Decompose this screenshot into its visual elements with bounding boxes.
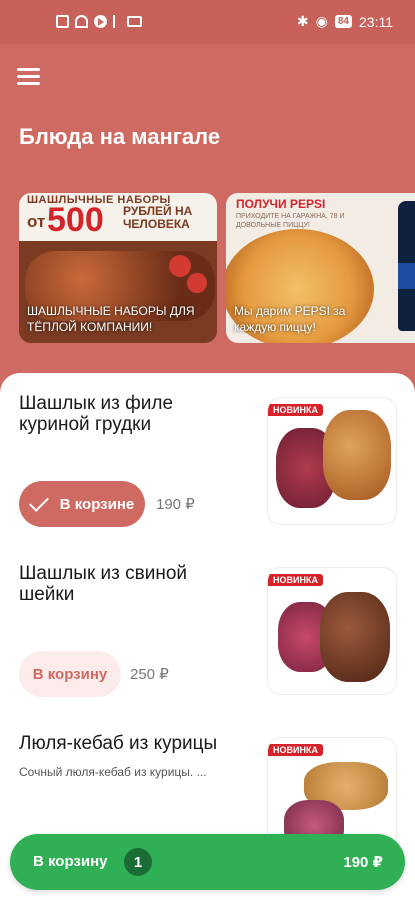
new-badge: НОВИНКА [268,574,323,586]
bottle-label [398,263,415,289]
in-cart-label: В корзине [59,495,135,513]
banner-caption: ШАШЛЫЧНЫЕ НАБОРЫ ДЛЯ ТЁПЛОЙ КОМПАНИИ! [27,304,195,334]
food-meat [323,410,391,500]
product-description: Сочный люля-кебаб из курицы. ... [19,765,207,779]
add-to-cart-label: В корзину [32,665,108,683]
product-item[interactable]: Шашлык из свиной шейки В корзину 250 ₽ Н… [0,543,415,713]
status-time: 23:11 [359,13,393,30]
product-image[interactable]: НОВИНКА [267,397,397,525]
banner-prefix: от [27,212,46,231]
cart-count-badge: 1 [124,848,152,876]
product-name: Шашлык из филе куриной грудки [19,393,174,435]
page-title: Блюда на мангале [19,124,221,149]
wifi-icon [75,15,88,28]
pepsi-bottle-image [398,201,415,331]
bluetooth-icon: ✱ [296,13,309,29]
banner-headline: ПОЛУЧИ PEPSI [236,197,326,211]
product-price: 250 ₽ [130,666,169,683]
banner-tomato [187,273,207,293]
product-name: Шашлык из свиной шейки [19,563,188,605]
battery-icon: 84 [334,15,352,28]
promo-banner-pepsi[interactable]: ПОЛУЧИ PEPSI ПРИХОДИТЕ НА ГАРАЖНА, 78 И … [226,193,415,343]
new-badge: НОВИНКА [268,744,323,756]
status-icons-right: ✱ ◉ 84 23:11 [297,13,393,30]
mail-icon [127,16,142,27]
cart-bar-label: В корзину [33,853,108,870]
menu-line [17,75,40,78]
banner-tomato [169,255,191,277]
location-icon: ◉ [315,13,328,29]
product-image[interactable]: НОВИНКА [267,567,397,695]
food-meat [320,592,390,682]
in-cart-button[interactable]: В корзине [19,481,145,527]
check-icon [28,492,49,512]
banner-subtext: ПРИХОДИТЕ НА ГАРАЖНА, 78 И ДОВОЛЬНЫЕ ПИЦ… [236,213,345,229]
product-item[interactable]: Шашлык из филе куриной грудки В корзине … [0,373,415,543]
banner-suffix: РУБЛЕЙ НА ЧЕЛОВЕКА [123,204,193,231]
product-name: Люля-кебаб из курицы [19,733,218,754]
promo-carousel[interactable]: ШАШЛЫЧНЫЕ НАБОРЫ от 500 РУБЛЕЙ НА ЧЕЛОВЕ… [19,193,415,343]
hamburger-menu-icon[interactable] [17,68,40,86]
menu-line [17,82,40,85]
new-badge: НОВИНКА [268,404,323,416]
add-to-cart-button[interactable]: В корзину [19,651,121,697]
product-list[interactable]: Шашлык из филе куриной грудки В корзине … [0,373,415,900]
product-price: 190 ₽ [156,496,195,513]
cart-total: 190 ₽ [343,854,383,871]
cart-summary-button[interactable]: В корзину 1 190 ₽ [10,834,405,890]
menu-line [17,68,40,71]
banner-caption: Мы дарим PEPSI за каждую пиццу! [234,304,346,334]
promo-banner-shashlik-sets[interactable]: ШАШЛЫЧНЫЕ НАБОРЫ от 500 РУБЛЕЙ НА ЧЕЛОВЕ… [19,193,217,343]
play-icon [94,15,107,28]
banner-amount: 500 [47,201,104,239]
sim-icon [56,15,69,28]
status-icons-left [56,15,142,28]
usb-icon [113,15,121,28]
status-bar: ✱ ◉ 84 23:11 [0,0,415,44]
